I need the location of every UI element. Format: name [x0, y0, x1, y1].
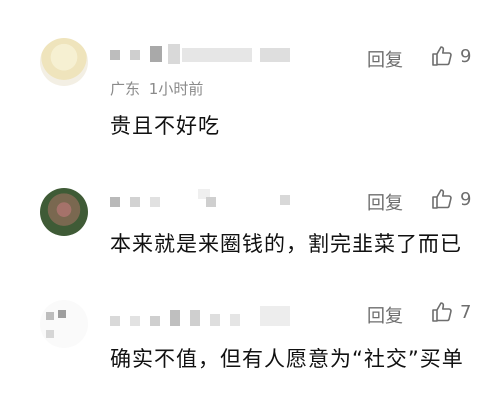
comment-text: 确实不值，但有人愿意为“社交”买单	[110, 347, 464, 371]
comment-item: 本来就是来圈钱的，割完韭菜了而已 回复 9	[0, 150, 499, 270]
thumbs-up-icon	[432, 302, 452, 322]
reply-button[interactable]: 回复	[367, 46, 403, 72]
username-blurred[interactable]	[110, 44, 310, 66]
like-count: 7	[460, 301, 472, 323]
reply-button[interactable]: 回复	[367, 189, 403, 215]
comment-item: 广东 1小时前 贵且不好吃 回复 9	[0, 0, 499, 140]
comment-location: 广东	[110, 80, 141, 98]
reply-button[interactable]: 回复	[367, 302, 403, 328]
like-button[interactable]: 7	[430, 300, 471, 324]
comment-time: 1小时前	[148, 80, 204, 98]
like-count: 9	[460, 45, 472, 67]
comment-section: { "comments": [ { "location": "广东", "tim…	[0, 0, 499, 403]
thumbs-up-icon	[432, 189, 452, 209]
avatar[interactable]	[40, 188, 88, 236]
avatar[interactable]	[40, 38, 88, 86]
avatar[interactable]	[40, 300, 88, 348]
comment-item: 确实不值，但有人愿意为“社交”买单 回复 7	[0, 278, 499, 403]
like-count: 9	[460, 188, 472, 210]
username-blurred[interactable]	[110, 189, 320, 213]
username-blurred[interactable]	[110, 302, 320, 326]
like-button[interactable]: 9	[430, 44, 471, 68]
comment-meta: 广东 1小时前	[110, 78, 203, 99]
comment-text: 本来就是来圈钱的，割完韭菜了而已	[110, 232, 462, 256]
comment-text: 贵且不好吃	[110, 114, 220, 138]
like-button[interactable]: 9	[430, 187, 471, 211]
thumbs-up-icon	[432, 46, 452, 66]
